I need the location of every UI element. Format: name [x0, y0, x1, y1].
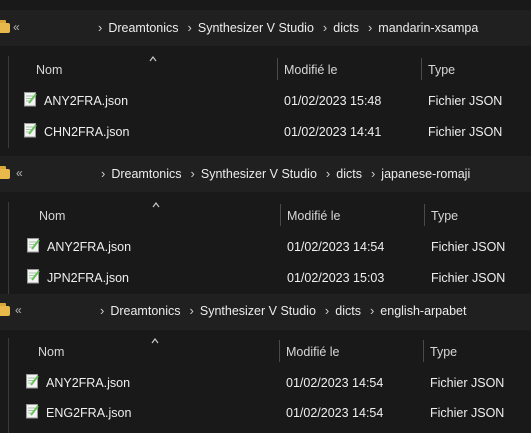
column-header-type[interactable]: Type [430, 345, 457, 359]
address-bar[interactable]: « › Dreamtonics › Synthesizer V Studio ›… [0, 10, 531, 46]
chevron-right-icon[interactable]: › [323, 20, 327, 35]
folder-icon [0, 166, 10, 179]
table-row[interactable]: CHN2FRA.json 01/02/2023 14:41 Fichier JS… [0, 119, 531, 145]
json-file-icon [24, 123, 37, 138]
chevron-right-icon[interactable]: › [370, 303, 374, 318]
file-modified: 01/02/2023 15:03 [287, 271, 385, 285]
column-header-name[interactable]: Nom [38, 345, 64, 359]
file-type: Fichier JSON [431, 271, 506, 285]
explorer-panel-mandarin: « › Dreamtonics › Synthesizer V Studio ›… [0, 0, 531, 148]
column-divider[interactable] [280, 204, 281, 226]
chevron-right-icon[interactable]: › [325, 303, 329, 318]
chevron-right-icon[interactable]: › [368, 20, 372, 35]
breadcrumb-item[interactable]: Synthesizer V Studio [198, 21, 314, 35]
sort-up-icon [149, 56, 157, 62]
file-modified: 01/02/2023 14:41 [284, 125, 382, 139]
sort-up-icon [152, 202, 160, 208]
address-bar[interactable]: « › Dreamtonics › Synthesizer V Studio ›… [0, 294, 531, 330]
chevron-right-icon: › [100, 303, 105, 318]
breadcrumb-item[interactable]: mandarin-xsampa [378, 21, 478, 35]
chevron-right-icon[interactable]: › [326, 166, 330, 181]
folder-icon [0, 20, 10, 33]
json-file-icon [26, 374, 39, 389]
table-row[interactable]: ANY2FRA.json 01/02/2023 14:54 Fichier JS… [0, 370, 531, 396]
sort-up-icon [151, 338, 159, 344]
column-divider[interactable] [277, 58, 278, 80]
chevron-right-icon[interactable]: › [191, 166, 195, 181]
address-bar[interactable]: « › Dreamtonics › Synthesizer V Studio ›… [0, 156, 531, 192]
table-row[interactable]: ANY2FRA.json 01/02/2023 15:48 Fichier JS… [0, 88, 531, 114]
explorer-panel-japanese: « › Dreamtonics › Synthesizer V Studio ›… [0, 148, 531, 294]
file-type: Fichier JSON [428, 94, 503, 108]
double-chevron-left-icon[interactable]: « [13, 20, 20, 34]
file-type: Fichier JSON [431, 240, 506, 254]
table-row[interactable]: ANY2FRA.json 01/02/2023 14:54 Fichier JS… [0, 234, 531, 260]
json-file-icon [24, 92, 37, 107]
json-file-icon [27, 238, 40, 253]
explorer-panel-english: « › Dreamtonics › Synthesizer V Studio ›… [0, 294, 531, 433]
column-header-modified[interactable]: Modifié le [286, 345, 340, 359]
table-row[interactable]: JPN2FRA.json 01/02/2023 15:03 Fichier JS… [0, 265, 531, 291]
folder-icon [0, 303, 10, 316]
file-name: CHN2FRA.json [44, 125, 130, 139]
chevron-right-icon[interactable]: › [190, 303, 194, 318]
breadcrumb-item[interactable]: Dreamtonics [108, 21, 178, 35]
breadcrumb-item[interactable]: Synthesizer V Studio [201, 167, 317, 181]
file-modified: 01/02/2023 15:48 [284, 94, 382, 108]
breadcrumb-item[interactable]: Dreamtonics [111, 167, 181, 181]
column-divider[interactable] [421, 58, 422, 80]
breadcrumb-item[interactable]: japanese-romaji [381, 167, 470, 181]
breadcrumb-item[interactable]: dicts [333, 21, 359, 35]
chevron-right-icon[interactable]: › [371, 166, 375, 181]
file-type: Fichier JSON [430, 376, 505, 390]
column-divider[interactable] [423, 340, 424, 362]
column-header-type[interactable]: Type [428, 63, 455, 77]
table-row[interactable]: ENG2FRA.json 01/02/2023 14:54 Fichier JS… [0, 400, 531, 426]
column-header-type[interactable]: Type [431, 209, 458, 223]
file-name: ANY2FRA.json [44, 94, 129, 108]
file-name: ANY2FRA.json [46, 376, 131, 390]
column-header-modified[interactable]: Modifié le [284, 63, 338, 77]
chevron-right-icon: › [98, 20, 103, 35]
breadcrumb-item[interactable]: dicts [336, 167, 362, 181]
file-type: Fichier JSON [428, 125, 503, 139]
breadcrumb-item[interactable]: Dreamtonics [110, 304, 180, 318]
breadcrumb-item[interactable]: Synthesizer V Studio [200, 304, 316, 318]
file-name: JPN2FRA.json [47, 271, 129, 285]
column-header-name[interactable]: Nom [39, 209, 65, 223]
file-name: ANY2FRA.json [47, 240, 132, 254]
file-name: ENG2FRA.json [46, 406, 132, 420]
column-divider[interactable] [279, 340, 280, 362]
column-divider[interactable] [424, 204, 425, 226]
breadcrumb: › Dreamtonics › Synthesizer V Studio › d… [101, 166, 479, 181]
column-header-modified[interactable]: Modifié le [287, 209, 341, 223]
file-modified: 01/02/2023 14:54 [286, 376, 384, 390]
breadcrumb: › Dreamtonics › Synthesizer V Studio › d… [100, 303, 475, 318]
double-chevron-left-icon[interactable]: « [16, 166, 23, 180]
breadcrumb-item[interactable]: dicts [335, 304, 361, 318]
json-file-icon [26, 404, 39, 419]
file-modified: 01/02/2023 14:54 [286, 406, 384, 420]
breadcrumb: › Dreamtonics › Synthesizer V Studio › d… [98, 20, 487, 35]
double-chevron-left-icon[interactable]: « [15, 303, 22, 317]
chevron-right-icon: › [101, 166, 106, 181]
file-type: Fichier JSON [430, 406, 505, 420]
json-file-icon [27, 269, 40, 284]
chevron-right-icon[interactable]: › [188, 20, 192, 35]
column-header-name[interactable]: Nom [36, 63, 62, 77]
breadcrumb-item[interactable]: english-arpabet [380, 304, 466, 318]
file-modified: 01/02/2023 14:54 [287, 240, 385, 254]
